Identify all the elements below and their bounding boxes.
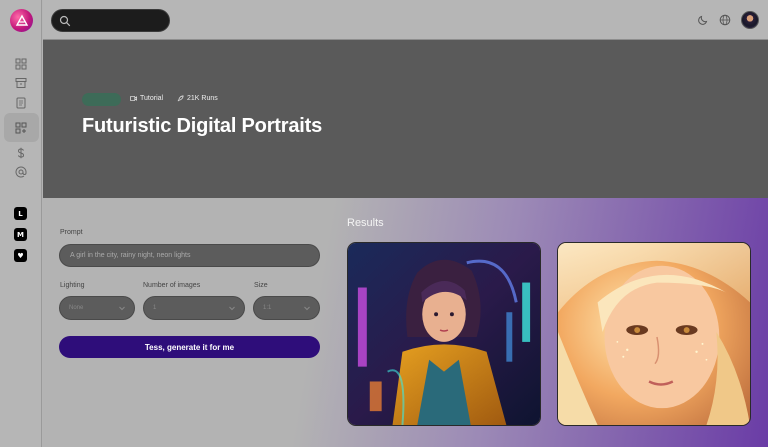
heart-icon: ♥ (17, 251, 24, 260)
prompt-input[interactable]: A girl in the city, rainy night, neon li… (59, 244, 320, 267)
video-icon (130, 95, 137, 102)
chevron-down-icon (304, 306, 310, 311)
sidebar-item-documents[interactable] (13, 95, 29, 111)
result-image-2[interactable] (557, 242, 751, 426)
tutorial-link[interactable]: Tutorial (130, 95, 163, 102)
at-sign-icon (15, 166, 27, 178)
social-label: M (17, 230, 24, 239)
page-title: Futuristic Digital Portraits (82, 115, 322, 137)
runs-label: 21K Runs (187, 95, 218, 102)
generator-panel: Prompt A girl in the city, rainy night, … (43, 198, 768, 447)
grid-icon (15, 58, 27, 70)
archive-icon (15, 78, 27, 88)
sidebar-item-dashboard[interactable] (13, 56, 29, 72)
tutorial-label: Tutorial (140, 95, 164, 102)
golden-portrait-image (558, 243, 750, 425)
chevron-down-icon (119, 306, 125, 311)
images-select[interactable]: 1 (143, 296, 245, 320)
images-value: 1 (153, 305, 157, 311)
rocket-icon (177, 95, 184, 102)
prompt-label: Prompt (60, 229, 83, 236)
neon-portrait-image (348, 243, 540, 425)
sidebar: L M ♥ (0, 0, 42, 447)
sidebar-item-contact[interactable] (13, 164, 29, 180)
dollar-icon (17, 147, 25, 159)
social-link-1[interactable]: L (14, 207, 27, 220)
size-label: Size (254, 282, 268, 289)
lighting-value: None (69, 305, 84, 311)
chevron-down-icon (229, 306, 235, 311)
social-label: L (18, 209, 23, 218)
theme-toggle[interactable] (695, 12, 711, 28)
runs-count: 21K Runs (177, 95, 218, 102)
social-link-3[interactable]: ♥ (14, 249, 27, 262)
generate-button[interactable]: Tess, generate it for me (59, 336, 320, 358)
result-image-1[interactable] (347, 242, 541, 426)
sidebar-item-archive[interactable] (13, 75, 29, 91)
social-link-2[interactable]: M (14, 228, 27, 241)
sidebar-item-apps[interactable] (13, 120, 29, 136)
category-tag (82, 93, 121, 106)
size-select[interactable]: 1:1 (253, 296, 320, 320)
sidebar-item-pricing[interactable] (13, 145, 29, 161)
app-logo[interactable] (10, 9, 33, 32)
search-input[interactable] (74, 13, 166, 29)
hero-banner: Tutorial 21K Runs Futuristic Digital Por… (43, 40, 768, 198)
apps-icon (15, 122, 27, 134)
language-selector[interactable] (717, 12, 733, 28)
top-bar (43, 0, 768, 40)
globe-icon (719, 14, 731, 26)
images-label: Number of images (143, 282, 201, 289)
size-value: 1:1 (263, 305, 272, 311)
logo-mark-icon (15, 14, 28, 26)
lighting-label: Lighting (60, 282, 85, 289)
lighting-select[interactable]: None (59, 296, 135, 320)
search-icon (59, 15, 71, 27)
results-title: Results (347, 217, 384, 229)
user-avatar[interactable] (741, 11, 759, 29)
document-icon (16, 97, 26, 109)
moon-icon (698, 15, 708, 25)
search-box[interactable] (51, 9, 170, 32)
